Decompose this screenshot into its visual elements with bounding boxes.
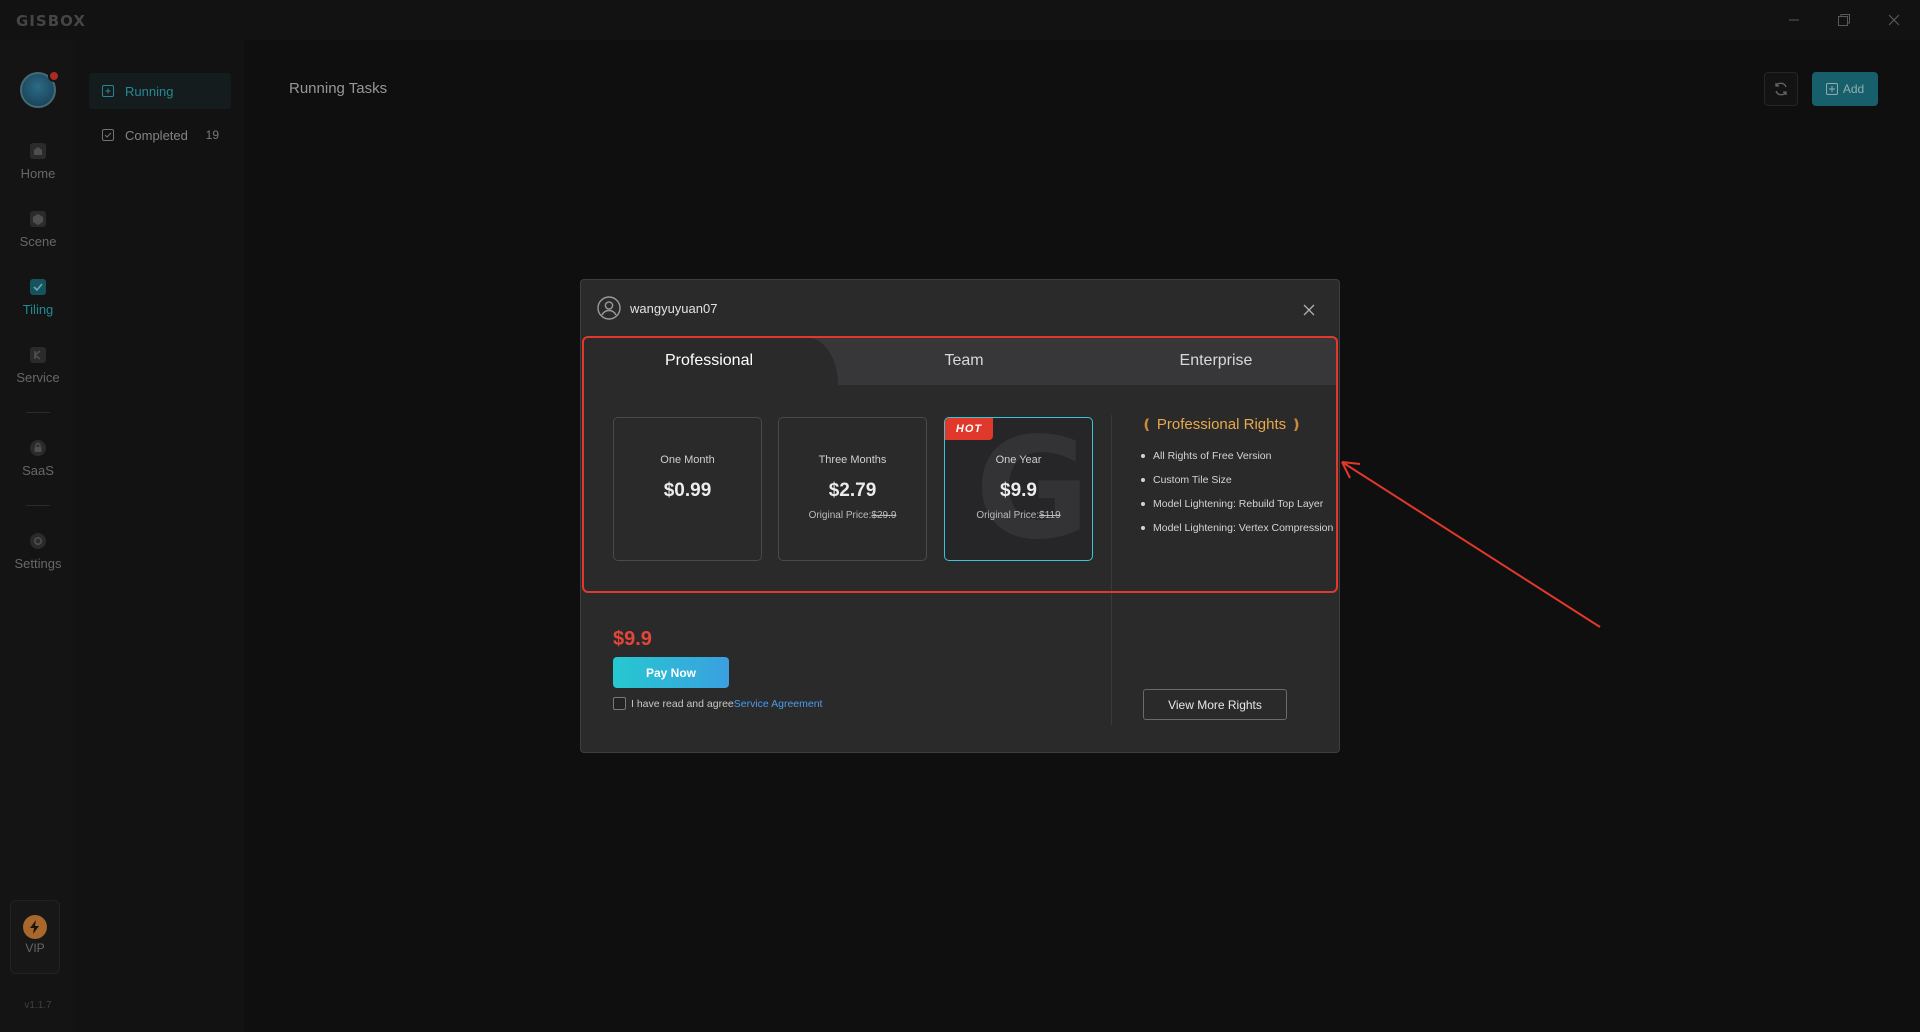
user-icon bbox=[597, 296, 621, 320]
username: wangyuyuan07 bbox=[630, 301, 718, 316]
close-icon[interactable] bbox=[1301, 302, 1317, 318]
view-more-rights-button[interactable]: View More Rights bbox=[1143, 689, 1287, 720]
modal-header: wangyuyuan07 bbox=[581, 280, 1339, 336]
agreement-row: I have read and agree Service Agreement bbox=[613, 697, 822, 710]
agreement-text: I have read and agree bbox=[631, 697, 734, 710]
total-price: $9.9 bbox=[613, 628, 652, 650]
pay-now-button[interactable]: Pay Now bbox=[613, 657, 729, 688]
service-agreement-link[interactable]: Service Agreement bbox=[734, 698, 823, 710]
agreement-checkbox[interactable] bbox=[613, 697, 626, 710]
annotation-arrow-icon bbox=[1341, 461, 1601, 628]
annotation-highlight-box bbox=[582, 336, 1338, 593]
